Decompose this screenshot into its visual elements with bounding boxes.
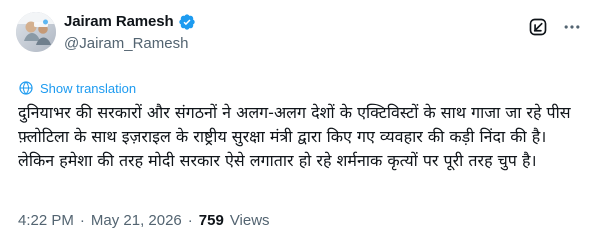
grok-icon[interactable] <box>527 16 549 38</box>
post-meta: 4:22 PM · May 21, 2026 · 759 Views <box>18 212 270 229</box>
more-icon[interactable] <box>561 16 583 38</box>
meta-separator-2: · <box>187 212 193 229</box>
author-handle[interactable]: @Jairam_Ramesh <box>64 34 196 54</box>
post-card: Jairam Ramesh @Jairam_Ramesh Show transl… <box>0 0 599 250</box>
name-row: Jairam Ramesh <box>64 12 196 32</box>
post-text: दुनियाभर की सरकारों और संगठनों ने अलग-अल… <box>18 103 571 170</box>
post-time[interactable]: 4:22 PM <box>18 212 74 229</box>
views-label: Views <box>229 212 270 229</box>
meta-separator: · <box>79 212 85 229</box>
show-translation-label: Show translation <box>40 80 137 96</box>
avatar[interactable] <box>16 12 56 52</box>
globe-icon <box>18 80 34 96</box>
views-count: 759 <box>198 212 224 229</box>
post-date[interactable]: May 21, 2026 <box>91 212 182 229</box>
avatar-photo-icon <box>16 12 56 52</box>
show-translation-link[interactable]: Show translation <box>18 80 136 96</box>
display-name[interactable]: Jairam Ramesh <box>64 12 174 32</box>
header-actions <box>527 16 583 38</box>
author-block: Jairam Ramesh @Jairam_Ramesh <box>64 12 196 54</box>
verified-badge-icon <box>178 13 196 31</box>
post-header: Jairam Ramesh @Jairam_Ramesh <box>16 12 583 62</box>
